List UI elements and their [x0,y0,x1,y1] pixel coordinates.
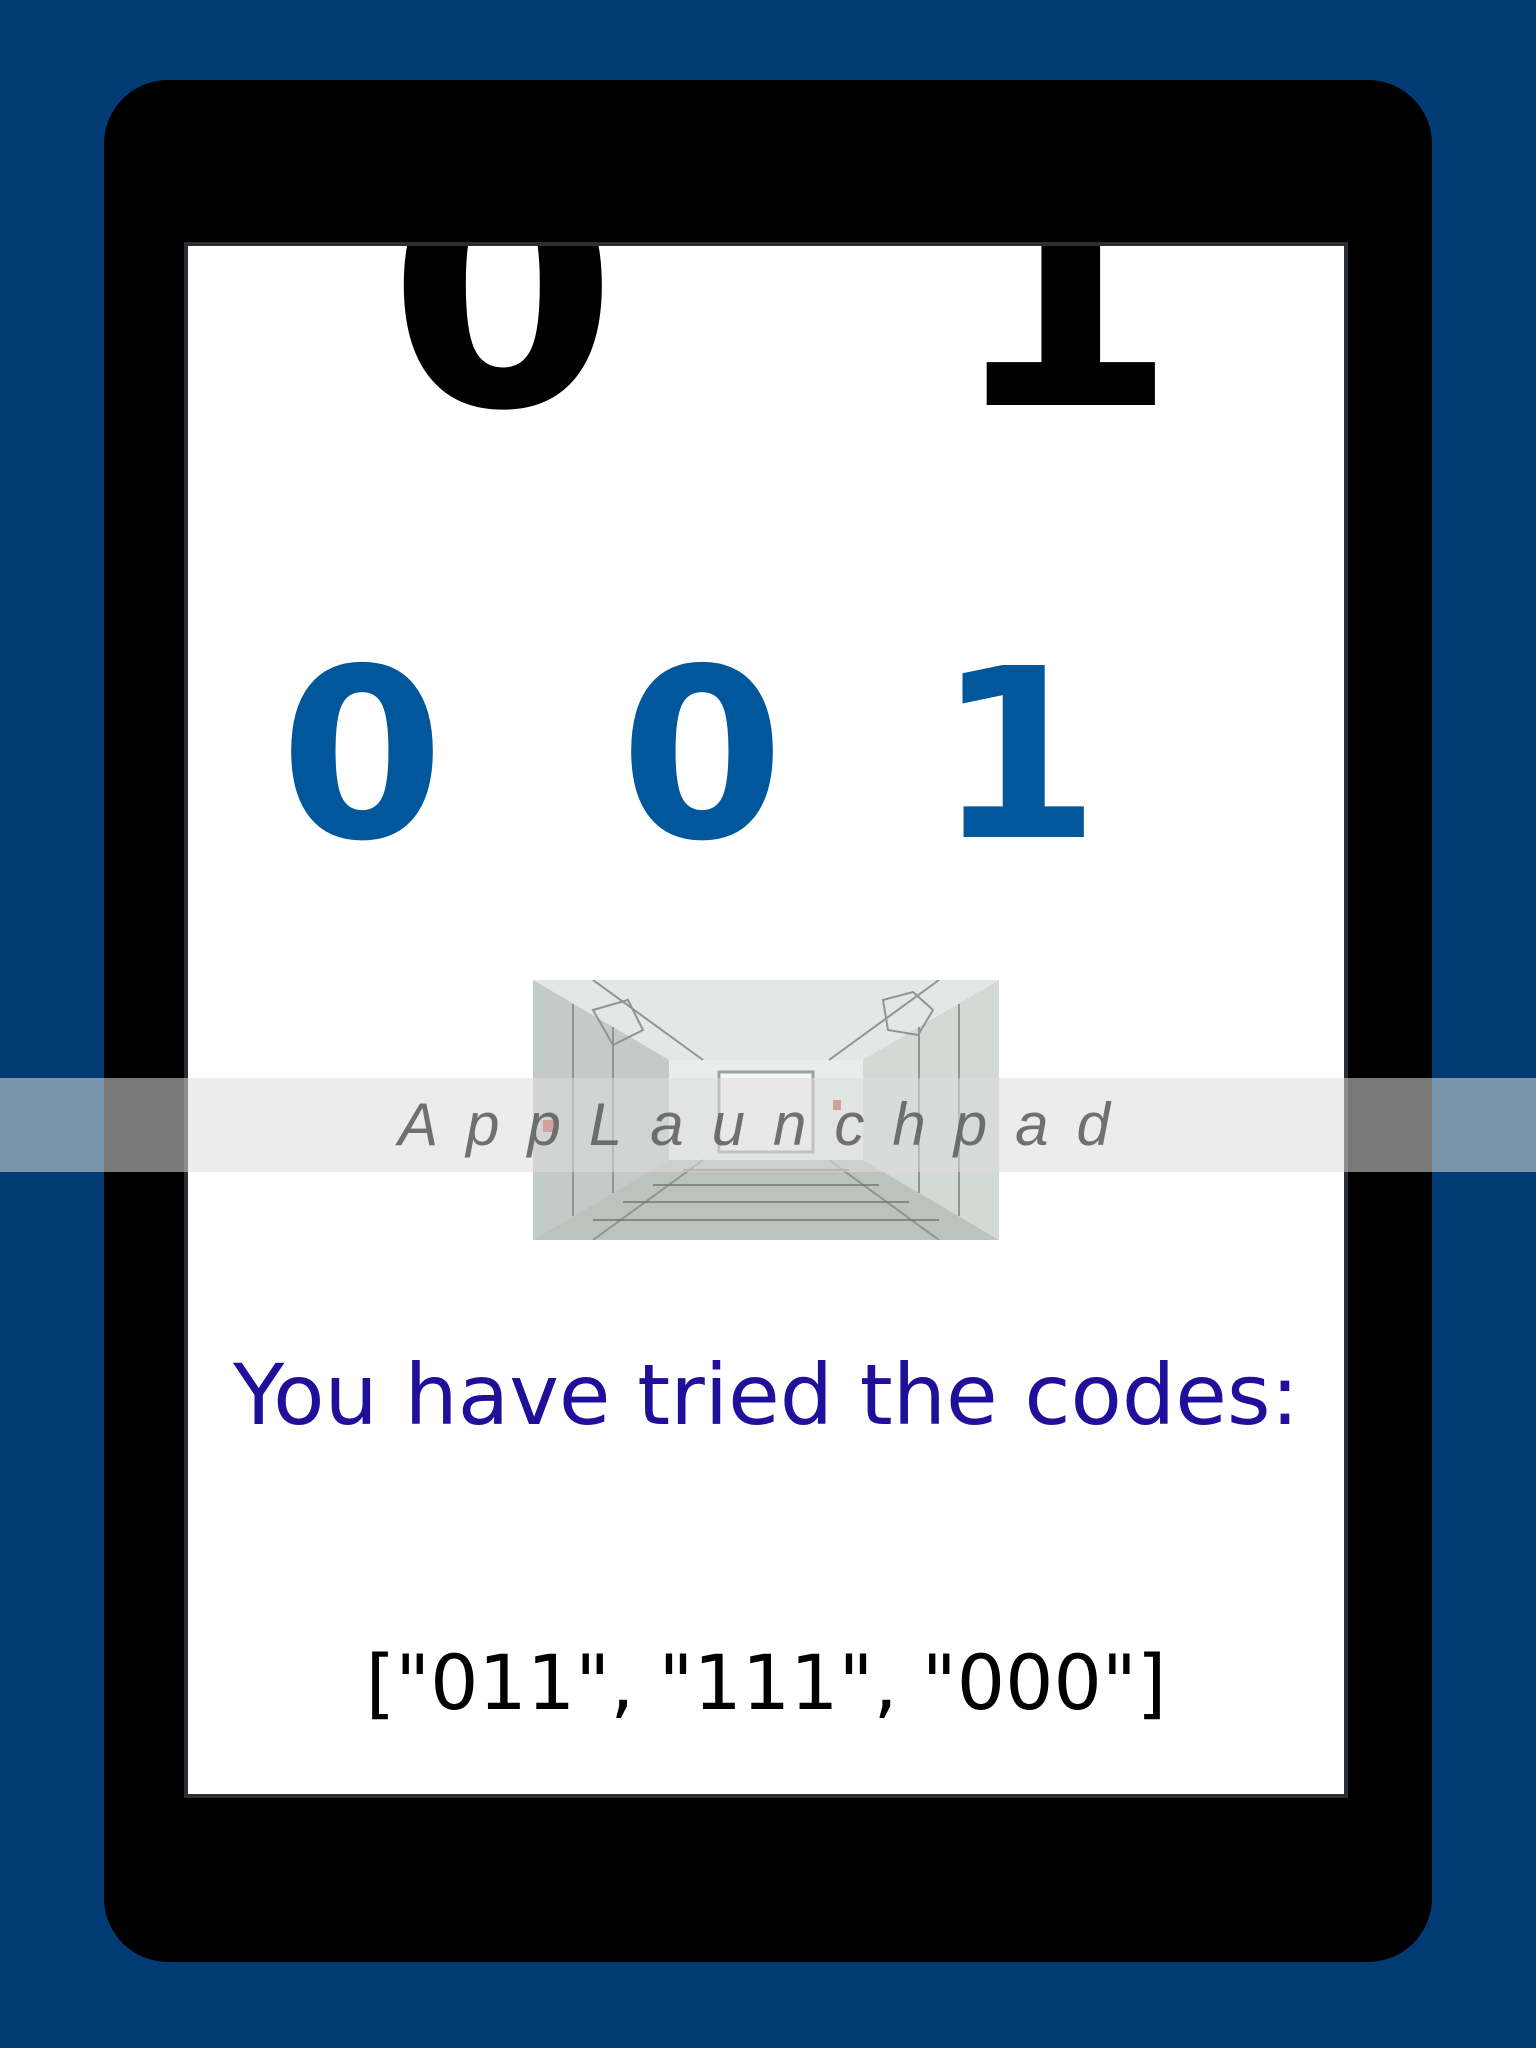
tried-codes-list: ["011", "111", "000"] [365,1638,1167,1727]
watermark-text: AppLaunchpad [398,1091,1138,1158]
target-digit-2: 1 [948,242,1178,483]
code-entry-row: 0 0 1 [188,631,1344,881]
code-digit-1-button[interactable]: 0 [262,631,462,881]
target-digits: 0 1 [188,246,1344,456]
tried-codes-heading: You have tried the codes: [233,1346,1299,1444]
code-digit-2-button[interactable]: 0 [602,631,802,881]
app-screen: 0 1 0 0 1 You have tried the codes: ["01… [184,242,1348,1798]
target-digit-1: 0 [388,242,618,483]
code-digit-3-button[interactable]: 1 [918,631,1118,881]
